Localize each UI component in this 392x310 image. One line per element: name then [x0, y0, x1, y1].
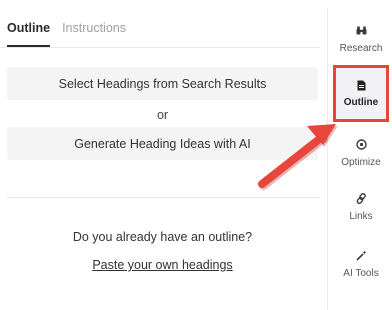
sidebar-item-outline[interactable]: Outline: [333, 65, 389, 122]
tab-divider: [0, 47, 320, 48]
outline-panel: Outline Instructions Select Headings fro…: [0, 0, 328, 310]
right-sidebar: Research Outline Optimize Links AI Tools: [328, 0, 392, 310]
paste-headings-link[interactable]: Paste your own headings: [92, 258, 232, 272]
tab-outline[interactable]: Outline: [7, 20, 51, 48]
sidebar-item-label: Outline: [343, 97, 379, 108]
sidebar-item-optimize[interactable]: Optimize: [331, 127, 391, 179]
generate-heading-ideas-button[interactable]: Generate Heading Ideas with AI: [7, 127, 318, 160]
magic-wand-icon: [354, 249, 368, 263]
sidebar-item-label: Optimize: [341, 156, 381, 168]
sidebar-item-label: AI Tools: [343, 267, 379, 279]
or-separator-label: or: [156, 108, 169, 122]
select-headings-button[interactable]: Select Headings from Search Results: [7, 67, 318, 100]
tab-instructions[interactable]: Instructions: [62, 20, 126, 48]
document-icon: [354, 78, 368, 92]
tab-bar: Outline Instructions: [7, 20, 126, 48]
existing-outline-question: Do you already have an outline?: [72, 230, 253, 244]
sidebar-item-label: Research: [339, 42, 383, 54]
sidebar-item-ai-tools[interactable]: AI Tools: [331, 238, 391, 290]
link-icon: [354, 192, 368, 206]
target-icon: [354, 138, 368, 152]
sidebar-item-research[interactable]: Research: [331, 13, 391, 65]
sidebar-item-label: Links: [349, 210, 373, 222]
paste-headings-link-row: Paste your own headings: [7, 258, 318, 272]
sidebar-item-links[interactable]: Links: [331, 181, 391, 233]
section-divider: [7, 197, 320, 198]
binoculars-icon: [354, 24, 368, 38]
